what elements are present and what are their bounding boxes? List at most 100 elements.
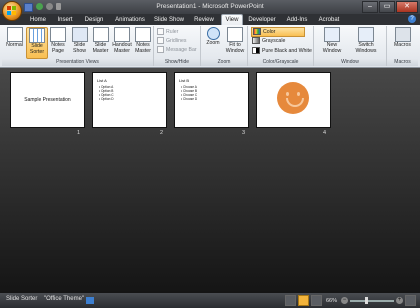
slide-show-icon bbox=[71, 27, 88, 42]
ruler-checkbox[interactable]: Ruler bbox=[157, 28, 178, 36]
slide-number: 4 bbox=[323, 130, 327, 136]
tab-acrobat[interactable]: Acrobat bbox=[316, 15, 342, 25]
slide-master-icon bbox=[92, 27, 109, 42]
switch-windows-button[interactable]: Switch Windows bbox=[350, 27, 382, 57]
switch-windows-icon bbox=[358, 27, 374, 42]
group-color-grayscale: Color Grayscale Pure Black and White Col… bbox=[248, 26, 314, 66]
status-view-name: Slide Sorter bbox=[6, 296, 38, 302]
notes-page-button[interactable]: Notes Page bbox=[48, 27, 68, 57]
slide-show-button[interactable]: Slide Show bbox=[70, 27, 89, 57]
slide-thumbnail-2[interactable]: List A • Option A • Option B • Option C … bbox=[92, 72, 167, 128]
slide-title: List A bbox=[97, 78, 107, 83]
powerpoint-window: Presentation1 - Microsoft PowerPoint – ▭… bbox=[0, 0, 420, 308]
slide-sorter-icon bbox=[29, 28, 45, 43]
slide-sorter-pane: Sample Presentation 1 List A • Option A … bbox=[0, 68, 420, 293]
slide-master-button[interactable]: Slide Master bbox=[91, 27, 110, 57]
view-zoom-controls: 66% − + bbox=[284, 295, 416, 306]
title-bar: Presentation1 - Microsoft PowerPoint – ▭… bbox=[0, 0, 420, 21]
tab-add-ins[interactable]: Add-Ins bbox=[284, 15, 310, 25]
group-zoom: Zoom Fit to Window Zoom bbox=[201, 26, 248, 66]
ribbon-tabs: Home Insert Design Animations Slide Show… bbox=[0, 14, 420, 26]
normal-view-button[interactable]: Normal bbox=[5, 27, 24, 57]
handout-master-button[interactable]: Handout Master bbox=[111, 27, 133, 57]
smiley-face-image bbox=[277, 82, 309, 114]
magnifier-icon bbox=[206, 27, 220, 40]
group-show-hide: Ruler Gridlines Message Bar Show/Hide bbox=[154, 26, 201, 66]
group-label-zoom: Zoom bbox=[201, 59, 247, 66]
normal-view-icon bbox=[6, 27, 23, 42]
zoom-slider-thumb[interactable] bbox=[365, 296, 368, 304]
group-label-color-grayscale: Color/Grayscale bbox=[248, 59, 313, 66]
gridlines-checkbox[interactable]: Gridlines bbox=[157, 37, 186, 45]
fit-to-window-status-icon[interactable] bbox=[405, 295, 416, 306]
black-white-swatch-icon bbox=[252, 47, 260, 55]
status-bar: Slide Sorter "Office Theme" 66% − + bbox=[0, 293, 420, 308]
tab-developer[interactable]: Developer bbox=[246, 15, 278, 25]
color-button[interactable]: Color bbox=[251, 27, 305, 37]
office-logo-icon bbox=[7, 6, 17, 16]
tab-insert[interactable]: Insert bbox=[53, 15, 77, 25]
slide-show-status-icon[interactable] bbox=[310, 295, 322, 306]
office-button[interactable] bbox=[2, 1, 22, 21]
normal-view-status-icon[interactable] bbox=[284, 295, 296, 306]
checkbox-icon bbox=[157, 46, 164, 54]
group-label-presentation-views: Presentation Views bbox=[2, 59, 153, 66]
pure-black-white-button[interactable]: Pure Black and White bbox=[251, 47, 312, 55]
maximize-button[interactable]: ▭ bbox=[379, 1, 395, 13]
slide-thumbnail-4[interactable] bbox=[256, 72, 331, 128]
tab-home[interactable]: Home bbox=[28, 15, 48, 25]
group-label-show-hide: Show/Hide bbox=[154, 59, 200, 66]
zoom-in-icon[interactable]: + bbox=[396, 297, 403, 304]
checkbox-icon bbox=[157, 37, 164, 45]
checkbox-icon bbox=[157, 28, 164, 36]
bullet-item: • Option D bbox=[99, 97, 114, 101]
minimize-button[interactable]: – bbox=[362, 1, 378, 13]
window-controls: – ▭ ✕ bbox=[362, 1, 418, 13]
new-window-button[interactable]: New Window bbox=[318, 27, 346, 57]
new-window-icon bbox=[324, 27, 340, 42]
tab-review[interactable]: Review bbox=[192, 15, 216, 25]
smiley-mouth bbox=[286, 98, 304, 107]
group-label-window: Window bbox=[314, 59, 386, 66]
notes-master-button[interactable]: Notes Master bbox=[134, 27, 152, 57]
slide-title: Sample Presentation bbox=[24, 97, 71, 103]
slide-thumbnail-3[interactable]: List B • Choose A • Choose B • Choose C … bbox=[174, 72, 249, 128]
zoom-button[interactable]: Zoom bbox=[203, 27, 223, 57]
close-button[interactable]: ✕ bbox=[396, 1, 418, 13]
macros-button[interactable]: Macros bbox=[391, 27, 414, 57]
group-presentation-views: Normal Slide Sorter Notes Page Slide Sho… bbox=[2, 26, 154, 66]
grayscale-button[interactable]: Grayscale bbox=[251, 37, 303, 45]
slide-thumbnail-1[interactable]: Sample Presentation bbox=[10, 72, 85, 128]
notes-page-icon bbox=[50, 27, 66, 42]
slide-sorter-status-icon[interactable] bbox=[297, 295, 309, 306]
help-icon[interactable]: ? bbox=[408, 15, 416, 23]
slide-number: 2 bbox=[160, 130, 164, 136]
macros-icon bbox=[394, 27, 411, 42]
group-macros: Macros Macros bbox=[387, 26, 418, 66]
zoom-out-icon[interactable]: − bbox=[341, 297, 348, 304]
color-swatch-icon bbox=[253, 28, 261, 36]
grayscale-swatch-icon bbox=[252, 37, 260, 45]
slide-number: 1 bbox=[77, 130, 81, 136]
slide-sorter-button[interactable]: Slide Sorter bbox=[26, 27, 48, 59]
group-label-macros: Macros bbox=[387, 59, 418, 66]
fit-to-window-icon bbox=[227, 27, 243, 42]
zoom-level[interactable]: 66% bbox=[326, 298, 337, 304]
zoom-slider[interactable] bbox=[350, 296, 394, 304]
slide-title: List B bbox=[179, 78, 190, 83]
ribbon: Normal Slide Sorter Notes Page Slide Sho… bbox=[0, 25, 420, 68]
handout-master-icon bbox=[114, 27, 130, 42]
message-bar-checkbox[interactable]: Message Bar bbox=[157, 46, 197, 54]
smiley-eye bbox=[297, 92, 300, 96]
smiley-eye bbox=[286, 92, 289, 96]
group-window: New Window Switch Windows Window bbox=[314, 26, 387, 66]
status-theme-name: "Office Theme" bbox=[44, 296, 85, 302]
spelling-check-icon[interactable] bbox=[86, 297, 94, 304]
tab-slide-show[interactable]: Slide Show bbox=[152, 15, 186, 25]
notes-master-icon bbox=[135, 27, 151, 42]
tab-animations[interactable]: Animations bbox=[112, 15, 148, 25]
tab-design[interactable]: Design bbox=[82, 15, 106, 25]
window-title: Presentation1 - Microsoft PowerPoint bbox=[156, 3, 264, 10]
fit-to-window-button[interactable]: Fit to Window bbox=[224, 27, 246, 57]
slide-number: 3 bbox=[242, 130, 246, 136]
